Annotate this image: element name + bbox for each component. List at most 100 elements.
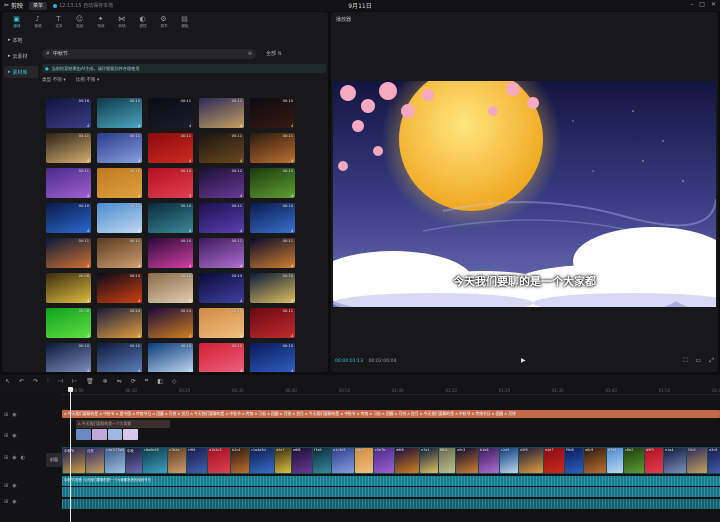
filter-dropdown[interactable]: 类型 不限 ▾	[42, 77, 66, 83]
download-icon[interactable]: ⤓	[87, 367, 89, 372]
eye-icon[interactable]: ◉	[12, 412, 16, 418]
media-thumbnail[interactable]: 00:10 ⤓	[148, 238, 193, 268]
video-clip[interactable]: c9f4	[187, 448, 207, 473]
video-track[interactable]: 中秋节月亮 c4a1f75d4中秋 c8a0b58 c7b2a c9f4 a1b2c3 b2…	[62, 447, 720, 474]
video-preview[interactable]: 今天我们要聊的是一个大家都	[333, 81, 716, 307]
media-thumbnail[interactable]: 00:11 ⤓	[148, 98, 193, 128]
video-clip[interactable]: f7a9	[313, 448, 331, 473]
download-icon[interactable]: ⤓	[291, 332, 293, 337]
download-icon[interactable]: ⤓	[240, 297, 242, 302]
play-icon[interactable]: ▶	[521, 357, 526, 364]
download-icon[interactable]: ⤓	[138, 122, 140, 127]
download-icon[interactable]: ⤓	[138, 192, 140, 197]
video-clip[interactable]: c1a4a5d	[250, 448, 274, 473]
video-clip[interactable]: a3c6	[708, 448, 720, 473]
media-thumbnail[interactable]: 00:20 ⤓	[250, 273, 295, 303]
search-box[interactable]: ⌕ ⊗	[42, 48, 256, 59]
download-icon[interactable]: ⤓	[138, 332, 140, 337]
close-icon[interactable]: ✕	[711, 1, 716, 8]
audio-track[interactable]: 中秋节 配音 今天我们要聊的是一个大家都熟悉的传统节日	[62, 476, 720, 486]
download-icon[interactable]: ⤓	[189, 262, 191, 267]
media-thumbnail[interactable]: 00:11 ⤓	[46, 238, 91, 268]
media-thumbnail[interactable]: 00:11 ⤓	[250, 308, 295, 338]
download-icon[interactable]: ⤓	[189, 192, 191, 197]
lock-icon[interactable]: ⊞	[4, 455, 8, 461]
cover-button[interactable]: 封面	[46, 453, 62, 467]
video-clip[interactable]: d6f8	[395, 448, 419, 473]
download-icon[interactable]: ⤓	[240, 262, 242, 267]
media-thumbnail[interactable]: 00:10 ⤓	[250, 343, 295, 372]
download-icon[interactable]: ⤓	[240, 157, 242, 162]
media-thumbnail[interactable]: 00:11 ⤓	[199, 133, 244, 163]
media-thumbnail[interactable]: 00:11 ⤓	[148, 133, 193, 163]
media-thumbnail[interactable]: 00:10 ⤓	[250, 98, 295, 128]
maximize-icon[interactable]: □	[699, 1, 705, 8]
download-icon[interactable]: ⤓	[240, 332, 242, 337]
mirror-icon[interactable]: ⇋	[117, 378, 122, 385]
download-icon[interactable]: ⤓	[189, 227, 191, 232]
side-nav-item[interactable]: ▸ 素材库	[4, 66, 38, 78]
video-clip[interactable]: d3f6	[519, 448, 543, 473]
download-icon[interactable]: ⤓	[138, 227, 140, 232]
filter-dropdown[interactable]: 比例 不限 ▾	[76, 77, 100, 83]
split-left-icon[interactable]: ⊣	[58, 378, 63, 385]
tab-effects[interactable]: ✦ 特效	[90, 12, 111, 32]
video-clip[interactable]: e7a1	[420, 448, 438, 473]
lock-icon[interactable]: ⊞	[4, 499, 8, 505]
download-icon[interactable]: ⤓	[87, 192, 89, 197]
video-clip[interactable]: a1c3e5	[332, 448, 354, 473]
expand-icon[interactable]: ⤢	[709, 357, 714, 365]
video-clip[interactable]: b2c4	[231, 448, 249, 473]
download-icon[interactable]: ⤓	[291, 297, 293, 302]
download-icon[interactable]: ⤓	[189, 332, 191, 337]
media-thumbnail[interactable]: 00:11 ⤓	[250, 238, 295, 268]
media-thumbnail[interactable]: 00:11 ⤓	[46, 133, 91, 163]
eye-icon[interactable]: ◉	[12, 433, 16, 439]
tab-filter[interactable]: ◐ 滤镜	[132, 12, 153, 32]
sticker-clip[interactable]	[107, 429, 123, 440]
download-icon[interactable]: ⤓	[189, 297, 191, 302]
sticker-clip[interactable]	[123, 429, 138, 440]
media-thumbnail[interactable]: 00:08 ⤓	[46, 308, 91, 338]
video-clip[interactable]: e1a4	[664, 448, 686, 473]
media-thumbnail[interactable]: 00:10 ⤓	[148, 203, 193, 233]
video-clip[interactable]: f5b8	[565, 448, 583, 473]
video-clip[interactable]: e4a7	[544, 448, 564, 473]
media-thumbnail[interactable]: 00:10 ⤓	[199, 343, 244, 372]
video-clip[interactable]: b4d6	[355, 448, 373, 473]
tab-audio[interactable]: ♪ 音频	[27, 12, 48, 32]
media-thumbnail[interactable]: 00:11 ⤓	[97, 238, 142, 268]
media-thumbnail[interactable]: 00:11 ⤓	[199, 98, 244, 128]
download-icon[interactable]: ⤓	[87, 227, 89, 232]
minimize-icon[interactable]: –	[690, 1, 693, 8]
download-icon[interactable]: ⤓	[87, 332, 89, 337]
media-thumbnail[interactable]: 00:10 ⤓	[97, 273, 142, 303]
tab-transition[interactable]: ⋈ 转场	[111, 12, 132, 32]
download-icon[interactable]: ⤓	[189, 157, 191, 162]
media-thumbnail[interactable]: 00:11 ⤓	[97, 203, 142, 233]
search-input[interactable]	[52, 50, 245, 57]
video-clip[interactable]: c8e2	[624, 448, 644, 473]
audio-track[interactable]	[62, 487, 720, 497]
download-icon[interactable]: ⤓	[291, 157, 293, 162]
sticker-clip[interactable]	[91, 429, 107, 440]
tab-template[interactable]: ▤ 模板	[174, 12, 195, 32]
media-thumbnail[interactable]: 00:11 ⤓	[199, 203, 244, 233]
media-thumbnail[interactable]: 00:10 ⤓	[46, 343, 91, 372]
text-track[interactable]: A 今天我们要聊的是 A 中秋节 A 是中国 A 传统节日 A 团圆 A 月饼 …	[62, 410, 720, 418]
download-icon[interactable]: ⤓	[291, 122, 293, 127]
volume-icon[interactable]: ◉	[12, 499, 16, 505]
download-icon[interactable]: ⤓	[189, 367, 191, 372]
media-thumbnail[interactable]: 00:12 ⤓	[199, 168, 244, 198]
video-clip[interactable]: c8a0b58	[143, 448, 167, 473]
video-clip[interactable]: 中秋	[126, 448, 142, 473]
media-thumbnail[interactable]: 00:24 ⤓	[97, 308, 142, 338]
media-thumbnail[interactable]: 00:11 ⤓	[250, 133, 295, 163]
media-thumbnail[interactable]: 00:10 ⤓	[97, 98, 142, 128]
video-clip[interactable]: d9f3	[645, 448, 663, 473]
video-clip[interactable]: e6f8	[292, 448, 312, 473]
media-thumbnail[interactable]: 00:11 ⤓	[97, 133, 142, 163]
lock-icon[interactable]: ⊞	[4, 433, 8, 439]
download-icon[interactable]: ⤓	[240, 367, 242, 372]
tab-text[interactable]: T 文本	[48, 12, 69, 32]
